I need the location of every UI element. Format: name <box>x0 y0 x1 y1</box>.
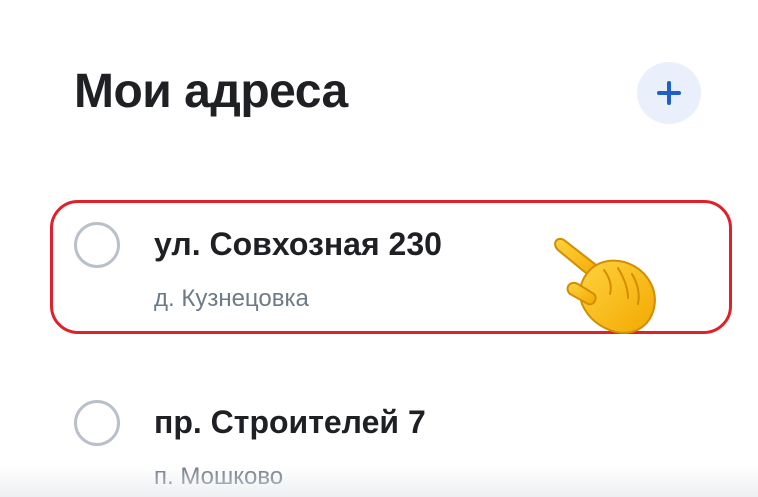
add-address-button[interactable] <box>637 62 701 124</box>
addresses-screen: Мои адреса ул. Совхозная 230 д. Кузнецов… <box>0 0 758 497</box>
address-street: ул. Совхозная 230 <box>154 226 442 262</box>
page-title: Мои адреса <box>74 65 348 118</box>
address-radio[interactable] <box>74 222 120 268</box>
address-street: пр. Строителей 7 <box>154 404 426 440</box>
address-locality: д. Кузнецовка <box>154 285 309 312</box>
address-radio[interactable] <box>74 400 120 446</box>
address-locality: п. Мошково <box>154 463 284 490</box>
address-item[interactable]: пр. Строителей 7 п. Мошково <box>50 378 732 497</box>
plus-icon <box>657 81 681 105</box>
address-item[interactable]: ул. Совхозная 230 д. Кузнецовка <box>50 200 732 330</box>
